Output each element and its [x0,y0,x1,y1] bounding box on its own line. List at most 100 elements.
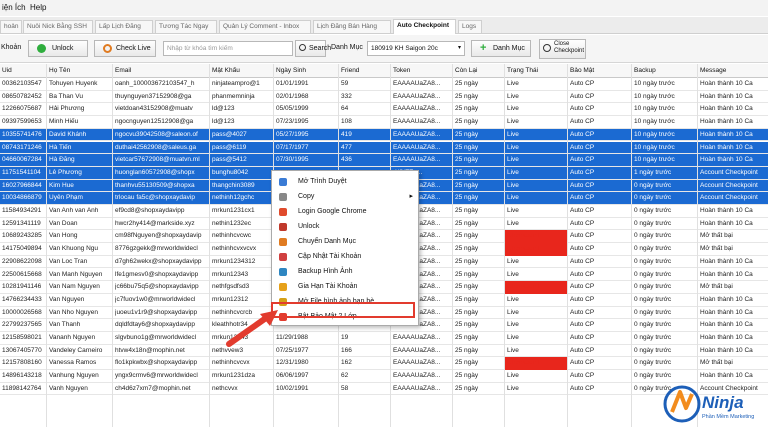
check-live-button[interactable]: Check Live [94,40,156,57]
tab-tuong-tac-ngay[interactable]: Tương Tác Ngay [155,20,217,33]
table-cell-left: 25 ngày [455,194,479,202]
table-cell-friend: 162 [341,359,352,367]
ninja-logo: Ninja Phần Mềm Marketing [663,385,754,423]
table-cell-pass: thangchin3089 [212,181,255,189]
unlock-button[interactable]: Unlock [28,40,88,57]
table-cell-backup: 10 ngày trước [634,143,675,151]
table-cell-friend: 477 [341,143,352,151]
table-cell-uid: 10355741476 [2,130,42,138]
menu-tien-ich[interactable]: iện Ích [2,3,26,12]
table-row[interactable]: 08650782452 Ba Than Vu thuynguyen37152908@… [0,91,768,104]
table-cell-backup: 0 ngày trước [634,219,672,227]
add-category-button[interactable]: + Danh Mục [471,40,531,57]
table-cell-pass: bunghu8042 [212,168,249,176]
table-cell-pass: nethinhcvcwc [212,232,252,240]
table-cell-status: Live [507,270,519,278]
table-cell-left: 25 ngày [455,130,479,138]
table-cell-security: Auto CP [570,181,595,189]
menu-item-copy[interactable]: Copy ▸ [272,190,418,203]
table-row[interactable]: 10355741476 David Khánh ngocvu39042508@sal… [0,128,768,142]
column-header[interactable]: Backup [634,67,698,74]
column-divider [697,64,698,427]
table-cell-message: Hoàn thành 10 Ca [700,92,753,100]
search-input[interactable]: Nhập từ khóa tìm kiếm [163,41,293,56]
table-cell-name: Tohuyen Huyenk [49,80,98,87]
column-header[interactable]: Bảo Mật [570,67,632,74]
table-cell-pass: ld@123 [212,105,235,113]
column-header[interactable]: Uid [2,67,47,74]
table-cell-message: Hoàn thành 10 Ca [700,143,753,151]
column-header[interactable]: Trạng Thái [507,67,568,74]
tab-auto-checkpoint[interactable]: Auto Checkpoint [393,19,456,34]
table-row[interactable]: 00362103547 Tohuyen Huyenk oanh_1000036721… [0,78,768,91]
table-cell-name: Vanessa Ramos [49,359,97,367]
column-header[interactable]: Token [393,67,453,74]
tab-khoan[interactable]: hoản [0,20,22,33]
menu-item-warning[interactable]: Gia Hạn Tài Khoản [272,280,418,293]
table-cell-left: 25 ngày [455,372,479,380]
column-header[interactable]: Còn Lại [455,67,505,74]
table-row[interactable]: 14896143218 Vanhung Nguyen yngx9crmv6@mrwo… [0,370,768,383]
table-cell-left: 25 ngày [455,334,479,341]
tab-logs[interactable]: Logs [458,20,482,33]
image-icon [279,268,287,276]
table-cell-uid: 14175049894 [2,245,42,253]
column-header[interactable]: Họ Tên [49,67,113,74]
column-divider [452,64,453,427]
svg-text:Phần Mềm Marketing: Phần Mềm Marketing [702,414,754,420]
table-row[interactable]: 13067405770 Vandeley Carneiro htvw4x18n@mo… [0,345,768,358]
table-row[interactable]: 12266075687 Hải Phương vietdoan43152908@mu… [0,103,768,117]
table-row[interactable]: 11898142764 Vanh Nguyen ch4d6z7xm7@mophin.… [0,383,768,396]
table-cell-email: dqldfdtay6@shopxaydavipp [115,321,195,329]
table-cell-dob: 07/30/1995 [276,156,309,164]
menu-item-refresh[interactable]: Cập Nhật Tài Khoản [272,250,418,263]
column-header[interactable]: Message [700,67,768,74]
tab-nuoi-nick[interactable]: Nuôi Nick Bằng SSH [23,20,93,33]
table-cell-email: d7gh62wekx@shopxaydavipp [115,257,202,265]
table-cell-email: jc66bu75q5@shopxaydavipp [115,283,199,291]
search-button[interactable]: Search [295,40,331,57]
table-cell-left: 25 ngày [455,80,479,87]
table-cell-message: Hoàn thành 10 Ca [700,80,753,87]
column-header[interactable]: Mật Khẩu [212,67,274,74]
table-cell-security: Auto CP [570,283,595,291]
table-row[interactable]: 09397599653 Minh Hiếu ngocnguyen12512908@g… [0,116,768,129]
table-cell-message: Hoàn thành 10 Ca [700,118,753,126]
menu-item-folder[interactable]: Chuyển Danh Mục [272,235,418,248]
tab-lich-dang-ban-hang[interactable]: Lịch Đăng Bán Hàng [313,20,391,33]
table-cell-friend: 332 [341,92,352,100]
category-select[interactable]: 180919 KH Saigon 20c ▾ [367,41,465,56]
table-cell-message: Hoàn thành 10 Ca [700,270,753,278]
table-cell-uid: 16027966844 [2,181,42,189]
table-row[interactable]: 12158598021 Vananh Nguyen slgvbuno1g@mrwor… [0,332,768,345]
table-cell-status: Live [507,92,519,100]
column-divider [504,64,505,427]
table-cell-token: EAAAAUaZA8... [393,372,441,380]
table-cell-left: 25 ngày [455,270,479,278]
table-cell-backup: 0 ngày trước [634,283,672,291]
table-cell-friend: 108 [341,118,352,126]
table-row[interactable]: 12157808160 Vanessa Ramos flo1kpkwbx@shopx… [0,357,768,371]
menu-item-lock[interactable]: Unlock [272,220,418,233]
menu-item-chrome[interactable]: Login Google Chrome [272,205,418,218]
table-cell-email: huonglan60572908@shopx [115,168,195,176]
menu-help[interactable]: Help [30,3,46,12]
table-row[interactable]: 08743171246 Hà Tiến duthai42562908@saleus.… [0,141,768,155]
menu-item-browser[interactable]: Mở Trình Duyệt [272,175,418,188]
tab-quan-ly-comment[interactable]: Quản Lý Comment - Inbox [219,20,311,33]
table-cell-pass: nethinh12gchc [212,194,255,202]
menu-item-image[interactable]: Backup Hình Ảnh [272,265,418,278]
table-cell-uid: 12591341119 [2,219,41,227]
menu-item-label: Copy [298,193,315,200]
table-cell-left: 25 ngày [455,359,479,367]
column-header[interactable]: Friend [341,67,391,74]
table-cell-status: Live [507,80,519,87]
column-header[interactable]: Ngày Sinh [276,67,339,74]
table-cell-dob: 05/27/1995 [276,130,309,138]
table-row[interactable]: 04660067284 Hà Đăng vietcar57672908@muatvn… [0,154,768,167]
tab-lap-lich-dang[interactable]: Lấp Lịch Đăng [95,20,153,33]
column-header[interactable]: Email [115,67,210,74]
close-checkpoint-button[interactable]: Close Checkpoint [539,39,586,59]
table-cell-message: Hoàn thành 10 Ca [700,156,753,164]
table-cell-name: Ba Than Vu [49,92,83,100]
